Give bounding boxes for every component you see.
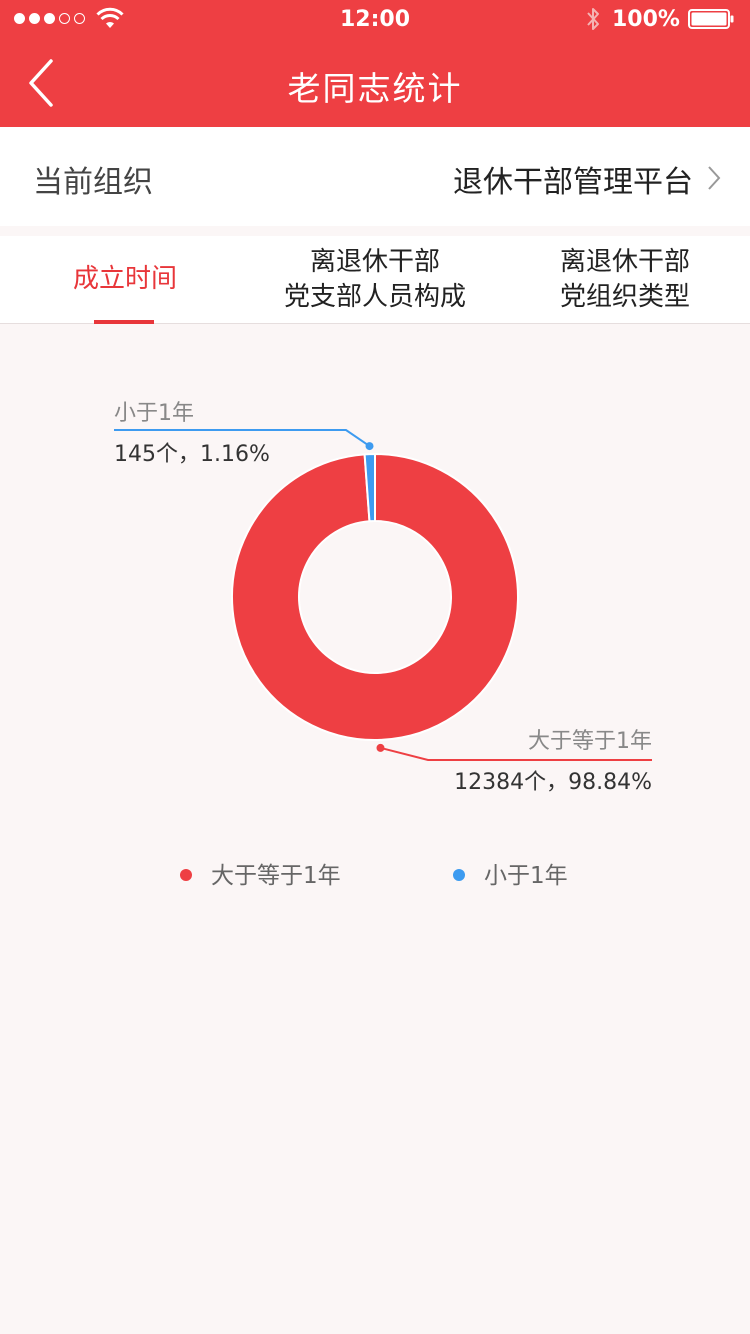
legend-marker <box>453 869 465 881</box>
tab-label: 成立时间 <box>72 264 177 294</box>
bluetooth-icon <box>587 8 599 30</box>
legend-label: 小于1年 <box>484 863 568 889</box>
current-org-label: 当前组织 <box>33 165 153 200</box>
legend-label: 大于等于1年 <box>211 863 341 889</box>
page-title: 老同志统计 <box>287 69 463 108</box>
legend-marker <box>180 869 192 881</box>
tab-branch-composition[interactable]: 离退休干部 党支部人员构成 <box>250 236 500 323</box>
current-org-value: 退休干部管理平台 <box>453 165 693 200</box>
leader-dot <box>365 442 374 451</box>
slice-name-label: 小于1年 <box>114 401 194 426</box>
slice-value-label: 145个，1.16% <box>114 442 270 467</box>
nav-bar: 12:00 100% 老同志统计 <box>0 0 750 127</box>
donut-chart: 小于1年145个，1.16%大于等于1年12384个，98.84%大于等于1年小… <box>114 401 652 889</box>
tab-org-type[interactable]: 离退休干部 党组织类型 <box>500 236 750 323</box>
battery-percent: 100% <box>612 7 680 32</box>
slice-name-label: 大于等于1年 <box>528 729 652 754</box>
tab-label: 离退休干部 党支部人员构成 <box>283 246 466 312</box>
tab-bar: 成立时间 离退休干部 党支部人员构成 离退休干部 党组织类型 <box>0 236 750 324</box>
leader-dot <box>376 743 385 752</box>
battery-icon <box>688 9 734 29</box>
chevron-right-icon[interactable] <box>706 165 722 191</box>
status-bar: 12:00 100% <box>0 0 750 40</box>
tab-label: 离退休干部 党组织类型 <box>559 246 690 312</box>
slice-value-label: 12384个，98.84% <box>454 770 652 795</box>
current-org-row[interactable]: 当前组织 退休干部管理平台 <box>0 127 750 226</box>
tab-founding-time[interactable]: 成立时间 <box>0 236 250 323</box>
